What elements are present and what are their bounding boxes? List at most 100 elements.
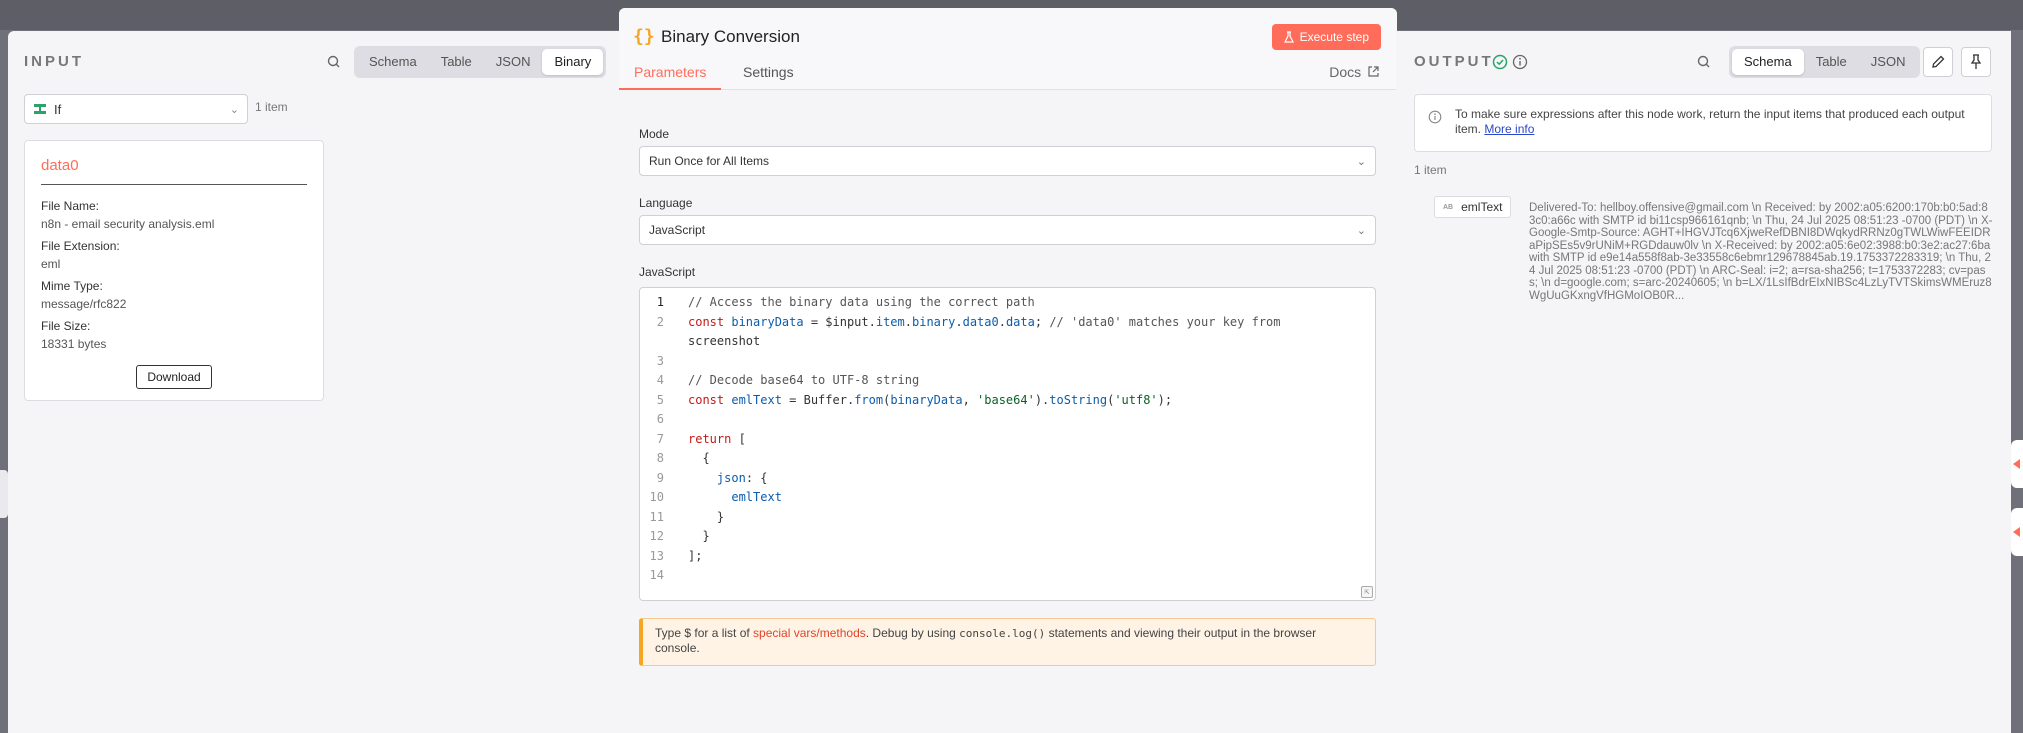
input-view-schema[interactable]: Schema [357,49,429,75]
string-type-icon: AB [1443,203,1454,211]
code-text: emlText [731,490,782,504]
line-number: 14 [649,568,664,582]
search-icon[interactable] [324,52,344,72]
code-text: } [688,509,725,524]
code-line[interactable]: 5 const emlText = Buffer.from(binaryData,… [640,391,1375,410]
node-title[interactable]: Binary Conversion [661,27,800,47]
tab-parameters[interactable]: Parameters [619,64,722,90]
line-number: 4 [656,373,664,387]
schema-field-name: emlText [1461,200,1503,214]
code-text: json: { [716,470,768,485]
line-number: 1 [656,295,664,309]
mode-select[interactable]: Run Once for All Items ⌄ [639,146,1376,176]
code-text: // Decode base64 to UTF-8 string [688,373,920,387]
input-item-count: 1 item [255,100,288,114]
line-number: 12 [649,529,664,543]
input-panel: INPUT Schema Table JSON Binary If ⌄ 1 it… [8,31,620,733]
input-node-name: If [54,101,62,117]
mime-type-value: message/rfc822 [41,297,127,311]
hint-text-prefix: Type $ for a list of [655,626,754,640]
code-hint-box: Type $ for a list of special vars/method… [639,618,1376,666]
code-line[interactable]: screenshot [640,332,1375,351]
line-number: 13 [649,548,664,563]
flask-icon [1283,31,1294,43]
parameters-body: Mode Run Once for All Items ⌄ Language J… [619,90,1397,733]
input-node-select[interactable]: If ⌄ [24,94,248,124]
output-view-schema[interactable]: Schema [1732,49,1804,75]
input-view-table[interactable]: Table [429,49,484,75]
more-info-link[interactable]: More info [1484,122,1534,136]
file-name-value: n8n - email security analysis.eml [41,217,215,231]
line-number: 6 [656,412,664,426]
execute-step-button[interactable]: Execute step [1271,24,1381,50]
canvas-right-handle[interactable] [2011,440,2023,488]
language-label: Language [639,196,693,210]
code-line[interactable]: 6 [640,410,1375,429]
schema-field-pill[interactable]: AB emlText [1434,196,1512,218]
code-line[interactable]: 7 return [ [640,430,1375,449]
input-panel-title: INPUT [24,53,84,70]
code-text: const emlText = Buffer.from(binaryData, … [688,392,1173,407]
code-editor[interactable]: 1 // Access the binary data using the cor… [639,287,1376,601]
code-text: ]; [688,548,703,563]
code-line[interactable]: 8 { [640,449,1375,468]
file-extension-label: File Extension: [41,239,120,253]
code-text: const binaryData = $input.item.binary.da… [688,314,1281,329]
node-settings-panel: {} Binary Conversion Execute step Parame… [619,8,1397,733]
hint-code: console.log() [959,627,1046,640]
search-icon[interactable] [1694,52,1714,72]
input-view-binary[interactable]: Binary [542,49,604,75]
code-line[interactable]: 10 emlText [640,488,1375,507]
code-label: JavaScript [639,265,696,279]
code-line[interactable]: 11 } [640,508,1375,527]
code-line[interactable]: 9 json: { [640,469,1375,488]
code-text: screenshot [688,334,761,348]
code-line[interactable]: 13]; [640,547,1375,566]
special-vars-link[interactable]: special vars/methods [753,626,866,640]
docs-label: Docs [1329,64,1362,80]
code-line[interactable]: 12 } [640,527,1375,546]
line-number: 8 [656,451,664,465]
language-select[interactable]: JavaScript ⌄ [639,215,1376,245]
info-banner: To make sure expressions after this node… [1414,94,1992,152]
line-number: 7 [656,431,664,446]
code-line[interactable]: 3 [640,352,1375,371]
execute-step-label: Execute step [1299,30,1369,44]
download-button[interactable]: Download [136,365,212,389]
code-line[interactable]: 4 // Decode base64 to UTF-8 string [640,371,1375,390]
line-number: 10 [649,490,664,504]
output-view-switcher: Schema Table JSON [1729,46,1921,78]
output-panel-title: OUTPUT [1414,53,1494,70]
output-item-count: 1 item [1414,163,1447,177]
canvas-right-handle[interactable] [2011,508,2023,556]
code-line[interactable]: 14 [640,566,1375,585]
tab-settings[interactable]: Settings [743,64,794,88]
line-number: 3 [656,353,664,368]
chevron-down-icon: ⌄ [1356,224,1366,237]
external-link-icon [1368,66,1379,77]
code-line[interactable]: 2 const binaryData = $input.item.binary.d… [640,313,1375,332]
node-header: {} Binary Conversion Execute step Parame… [619,8,1397,90]
code-text: { [688,451,710,465]
edit-output-button[interactable] [1923,47,1953,77]
info-icon[interactable] [1512,54,1528,70]
if-node-icon [34,104,46,114]
code-text: return [ [688,431,746,446]
output-view-table[interactable]: Table [1804,49,1859,75]
input-view-json[interactable]: JSON [484,49,543,75]
docs-link[interactable]: Docs [1329,64,1379,80]
line-number: 9 [656,470,664,485]
input-view-switcher: Schema Table JSON Binary [354,46,607,78]
chevron-down-icon: ⌄ [1356,155,1366,168]
pin-output-button[interactable] [1961,47,1991,77]
pin-icon [1970,54,1982,69]
canvas-left-handle[interactable] [0,470,8,518]
code-text: } [688,529,710,543]
code-line[interactable]: 1 // Access the binary data using the cor… [640,293,1375,312]
output-view-json[interactable]: JSON [1859,49,1918,75]
resize-handle-icon[interactable]: ⇱ [1361,586,1373,598]
chevron-down-icon: ⌄ [229,103,239,116]
line-number: 2 [656,314,664,329]
line-number: 11 [649,509,664,524]
success-check-icon [1492,54,1508,70]
